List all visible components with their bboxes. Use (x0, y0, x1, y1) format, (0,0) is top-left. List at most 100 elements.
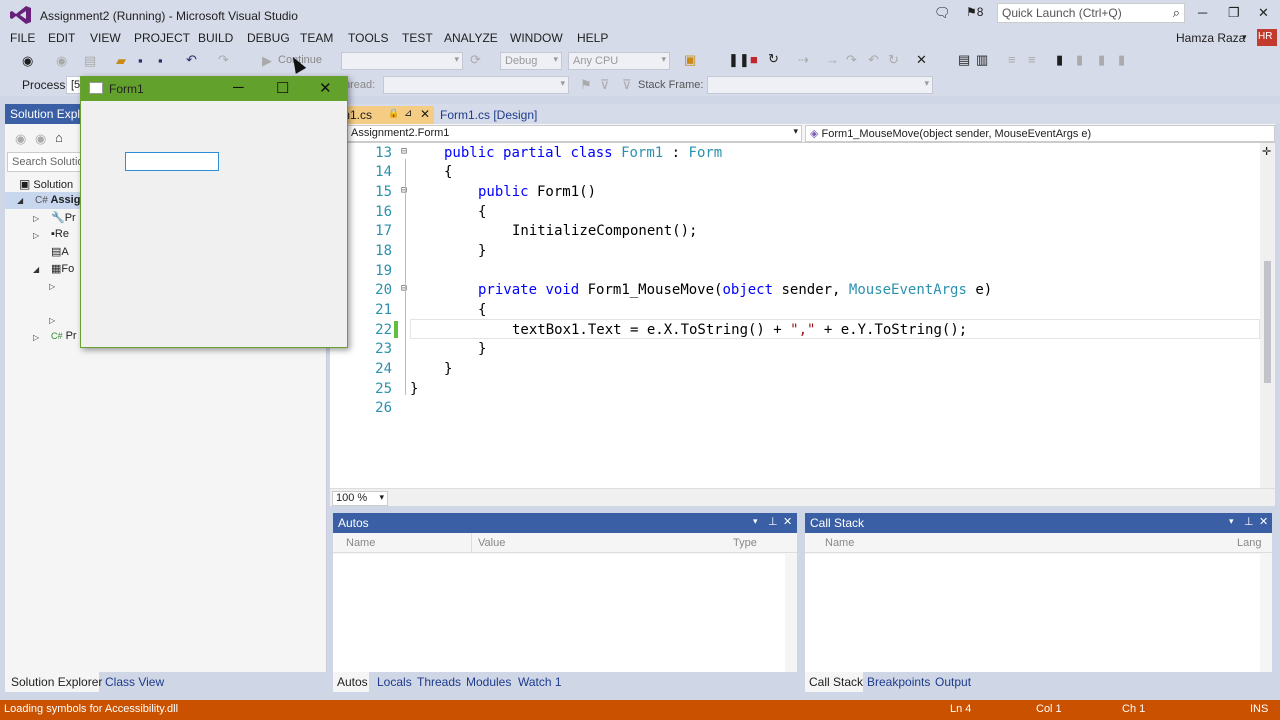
close-icon[interactable]: ✕ (319, 79, 332, 97)
tab-modules[interactable]: Modules (466, 675, 511, 689)
close-icon[interactable]: ✕ (783, 515, 792, 528)
uncomment-icon[interactable]: ≡ (1028, 52, 1036, 67)
form1-titlebar[interactable]: Form1 ─ ☐ ✕ (81, 77, 347, 101)
user-name[interactable]: Hamza Raza (1176, 31, 1245, 45)
tab-solution-explorer[interactable]: Solution Explorer (11, 675, 102, 689)
tree-item-form1[interactable]: ▦Fo (51, 262, 74, 275)
configuration-combo[interactable]: Debug ▾ (500, 52, 562, 70)
continue-play-icon[interactable]: ▶ (262, 53, 272, 69)
minimize-icon[interactable]: ─ (233, 79, 244, 96)
open-file-icon[interactable]: ▰ (116, 53, 126, 69)
col-value[interactable]: Value (478, 537, 505, 549)
tab-threads[interactable]: Threads (417, 675, 461, 689)
tree-item-program[interactable]: C# Pr (51, 330, 77, 342)
user-avatar[interactable]: HR (1257, 29, 1277, 46)
save-icon[interactable]: ▪ (138, 53, 143, 68)
flag-thread-icon[interactable]: ⚑ (580, 77, 592, 93)
pause-icon[interactable]: ❚❚ (728, 52, 750, 68)
menu-build[interactable]: BUILD (198, 31, 233, 45)
stop-icon[interactable]: ■ (750, 52, 758, 67)
save-all-icon[interactable]: ▪ (158, 53, 163, 68)
restore-icon[interactable]: ❐ (1228, 5, 1240, 21)
forward-icon[interactable]: ◉ (56, 53, 67, 69)
menu-test[interactable]: TEST (402, 31, 433, 45)
tab-watch1[interactable]: Watch 1 (518, 675, 562, 689)
close-icon[interactable]: ✕ (1258, 5, 1269, 21)
notification-icon[interactable]: 🗨 (934, 5, 951, 21)
pin-icon[interactable]: ⊥ (1244, 515, 1254, 528)
menu-debug[interactable]: DEBUG (247, 31, 290, 45)
tab-class-view[interactable]: Class View (105, 675, 164, 689)
editor-vertical-scrollbar[interactable]: ✛ (1260, 143, 1275, 488)
maximize-icon[interactable]: ☐ (276, 79, 289, 97)
target-combo[interactable]: ▾ (341, 52, 463, 70)
col-lang[interactable]: Lang (1237, 537, 1261, 549)
textbox1[interactable] (125, 152, 219, 171)
forward-icon[interactable]: ◉ (35, 131, 46, 147)
user-dropdown-icon[interactable]: ▾ (1242, 32, 1247, 43)
collapsed-arrow-icon[interactable]: ▷ (33, 214, 39, 223)
scroll-thumb[interactable] (1264, 261, 1271, 383)
col-type[interactable]: Type (733, 537, 757, 549)
expanded-arrow-icon[interactable]: ◢ (17, 196, 23, 205)
restart-icon[interactable]: ↻ (768, 51, 779, 67)
feedback-flag-icon[interactable]: ⚑8 (966, 5, 983, 19)
back-icon[interactable]: ◉ (22, 53, 33, 69)
pin-icon[interactable]: ⊿ (404, 108, 412, 119)
menu-file[interactable]: FILE (10, 31, 35, 45)
menu-project[interactable]: PROJECT (134, 31, 190, 45)
filter-icon[interactable]: ⊽ (600, 77, 610, 93)
tab-autos[interactable]: Autos (337, 675, 368, 689)
pin-icon[interactable]: ⊥ (768, 515, 778, 528)
step-over-icon[interactable]: ↷ (846, 52, 857, 68)
refresh-icon[interactable]: ⟳ (470, 52, 481, 68)
col-name[interactable]: Name (825, 537, 854, 549)
next-bookmark-icon[interactable]: ▮ (1098, 52, 1105, 68)
attach-icon[interactable]: ▣ (684, 52, 696, 68)
menu-edit[interactable]: EDIT (48, 31, 75, 45)
menu-view[interactable]: VIEW (90, 31, 121, 45)
home-icon[interactable]: ⌂ (55, 130, 63, 145)
tools-icon[interactable]: ✕ (916, 52, 927, 68)
menu-help[interactable]: HELP (577, 31, 608, 45)
class-combo[interactable]: Assignment2.Form1 ▾ (346, 125, 802, 142)
form1-window[interactable]: Form1 ─ ☐ ✕ (80, 76, 348, 348)
collapse-icon[interactable]: ⊟ (401, 146, 407, 157)
clear-bookmarks-icon[interactable]: ▮ (1118, 52, 1125, 68)
comment-icon[interactable]: ≡ (1008, 52, 1016, 67)
stack-frame-combo[interactable]: ▾ (707, 76, 933, 94)
minimize-icon[interactable]: ─ (1198, 5, 1207, 20)
tree-item-properties[interactable]: 🔧Pr (51, 211, 76, 224)
tab-call-stack[interactable]: Call Stack (809, 675, 863, 689)
tree-item-appconfig[interactable]: ▤A (51, 245, 69, 258)
menu-window[interactable]: WINDOW (510, 31, 563, 45)
expanded-arrow-icon[interactable]: ◢ (33, 265, 39, 274)
show-next-statement-icon[interactable]: ⇢ (798, 52, 809, 68)
tree-item-references[interactable]: ▪Re (51, 228, 69, 240)
split-icon[interactable]: ✛ (1262, 145, 1271, 158)
step-out-icon[interactable]: ↶ (868, 52, 879, 68)
new-project-icon[interactable]: ▤ (84, 53, 96, 69)
prev-bookmark-icon[interactable]: ▮ (1076, 52, 1083, 68)
menu-team[interactable]: TEAM (300, 31, 333, 45)
undo-icon[interactable]: ↶ (186, 52, 197, 68)
layout-icon[interactable]: ▤ (958, 52, 970, 68)
menu-tools[interactable]: TOOLS (348, 31, 388, 45)
step-into-icon[interactable]: → (826, 52, 839, 67)
tab-form1-design[interactable]: Form1.cs [Design] 🔒 (434, 106, 554, 135)
dropdown-icon[interactable]: ▾ (753, 516, 758, 527)
collapsed-arrow-icon[interactable]: ▷ (49, 316, 55, 325)
tab-locals[interactable]: Locals (377, 675, 412, 689)
tab-breakpoints[interactable]: Breakpoints (867, 675, 930, 689)
close-icon[interactable]: ✕ (1259, 515, 1268, 528)
member-combo[interactable]: ◈ Form1_MouseMove(object sender, MouseEv… (805, 125, 1275, 142)
hot-reload-icon[interactable]: ↻ (888, 52, 899, 68)
close-tab-icon[interactable]: ✕ (420, 107, 430, 121)
show-flagged-icon[interactable]: ⊽ (622, 77, 632, 93)
platform-combo[interactable]: Any CPU ▾ (568, 52, 670, 70)
tab-output[interactable]: Output (935, 675, 971, 689)
quick-launch-input[interactable]: Quick Launch (Ctrl+Q) ⌕ (997, 3, 1185, 23)
bookmark-icon[interactable]: ▮ (1056, 52, 1063, 68)
collapsed-arrow-icon[interactable]: ▷ (33, 333, 39, 342)
back-icon[interactable]: ◉ (15, 131, 26, 147)
